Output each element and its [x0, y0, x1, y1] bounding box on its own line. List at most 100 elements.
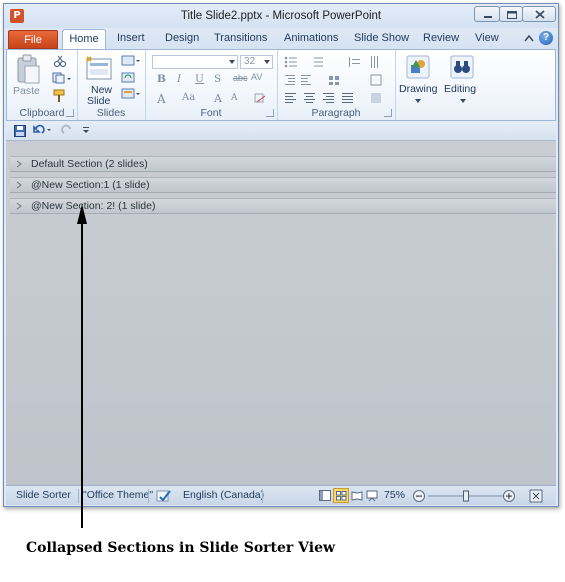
layout-icon[interactable]: [121, 55, 141, 67]
section-label: @New Section: 2! (1 slide): [31, 200, 156, 212]
maximize-button[interactable]: [499, 6, 523, 22]
customize-toolbar-icon[interactable]: [82, 126, 90, 134]
clipboard-dialog-launcher[interactable]: [66, 109, 74, 117]
section-header[interactable]: @New Section: 2! (1 slide): [10, 198, 556, 214]
chevron-down-icon: [415, 99, 421, 103]
status-divider: [148, 489, 149, 503]
quick-access-toolbar: [6, 121, 556, 141]
font-size-combo[interactable]: 32: [240, 55, 273, 69]
paste-icon[interactable]: [15, 54, 41, 86]
copy-icon[interactable]: [52, 72, 72, 84]
status-divider: [78, 489, 79, 503]
language-indicator[interactable]: English (Canada): [183, 489, 264, 501]
drawing-group[interactable]: Drawing: [395, 50, 441, 120]
reset-icon[interactable]: [121, 72, 137, 84]
paragraph-dialog-launcher[interactable]: [384, 109, 392, 117]
slides-group: New Slide Slides: [77, 50, 146, 120]
new-slide-label-2: Slide: [87, 95, 111, 107]
editing-group[interactable]: Editing: [441, 50, 485, 120]
tab-slide-show[interactable]: Slide Show: [354, 32, 409, 44]
font-size-value: 32: [244, 56, 256, 67]
cut-icon[interactable]: [53, 55, 67, 67]
zoom-level[interactable]: 75%: [384, 489, 405, 501]
minimize-icon: [484, 16, 492, 18]
close-button[interactable]: [522, 6, 556, 22]
maximize-icon: [507, 11, 517, 19]
redo-icon[interactable]: [60, 124, 74, 136]
paste-label: Paste: [13, 85, 40, 97]
tab-review[interactable]: Review: [423, 32, 459, 44]
view-indicator[interactable]: Slide Sorter: [16, 489, 71, 501]
tab-transitions[interactable]: Transitions: [214, 32, 267, 44]
clipboard-group: Paste Clipboard: [7, 50, 78, 120]
zoom-slider-thumb[interactable]: [463, 490, 469, 502]
change-case-icon[interactable]: Aa: [182, 92, 195, 103]
chevron-down-icon: [460, 99, 466, 103]
slide-sorter-pane: Default Section (2 slides) @New Section:…: [6, 141, 556, 485]
tab-view[interactable]: View: [475, 32, 499, 44]
font-dialog-launcher[interactable]: [266, 109, 274, 117]
proofing-icon[interactable]: [156, 489, 172, 503]
strikethrough-icon[interactable]: abc: [233, 73, 248, 83]
slide-sorter-view-button[interactable]: [333, 488, 349, 503]
tab-home[interactable]: Home: [62, 29, 106, 50]
fit-to-window-icon[interactable]: [529, 489, 543, 503]
figure-caption: Collapsed Sections in Slide Sorter View: [26, 540, 336, 556]
font-name-combo[interactable]: [152, 55, 238, 69]
minimize-button[interactable]: [474, 6, 500, 22]
normal-view-icon[interactable]: [319, 490, 331, 501]
slide-show-view-icon[interactable]: [366, 490, 378, 502]
italic-icon[interactable]: I: [177, 73, 181, 85]
undo-icon[interactable]: [33, 124, 53, 136]
list-icons[interactable]: [283, 55, 389, 69]
expand-arrow-icon[interactable]: [16, 160, 22, 168]
section-label: Default Section (2 slides): [31, 158, 148, 170]
zoom-slider[interactable]: [412, 489, 516, 503]
indent-icons[interactable]: [283, 74, 389, 86]
expand-arrow-icon[interactable]: [16, 181, 22, 189]
slide-sorter-icon: [336, 491, 347, 501]
powerpoint-window: P Title Slide2.pptx - Microsoft PowerPoi…: [3, 3, 559, 507]
font-group-label: Font: [200, 107, 222, 119]
drawing-label: Drawing: [399, 83, 438, 95]
paragraph-group: Paragraph: [277, 50, 396, 120]
character-spacing-icon[interactable]: AV: [251, 72, 262, 82]
chevron-down-icon: [264, 60, 270, 64]
section-label: @New Section:1 (1 slide): [31, 179, 150, 191]
expand-arrow-icon[interactable]: [16, 202, 22, 210]
reading-view-icon[interactable]: [351, 490, 363, 501]
status-divider: [262, 489, 263, 503]
tab-animations[interactable]: Animations: [284, 32, 338, 44]
chevron-down-icon: [229, 60, 235, 64]
slides-group-label: Slides: [96, 107, 126, 119]
status-bar: Slide Sorter "Office Theme" English (Can…: [6, 485, 556, 505]
grow-font-icon[interactable]: A: [214, 92, 222, 105]
title-bar: P Title Slide2.pptx - Microsoft PowerPoi…: [4, 4, 558, 28]
new-slide-icon[interactable]: [85, 55, 113, 83]
shadow-icon[interactable]: S: [214, 73, 221, 85]
clear-formatting-icon[interactable]: [253, 92, 267, 104]
format-painter-icon[interactable]: [53, 89, 67, 103]
ribbon: Paste Clipboard New Slide Slides 32 B I …: [6, 49, 556, 121]
save-icon[interactable]: [14, 125, 26, 137]
tab-file[interactable]: File: [8, 30, 58, 49]
section-icon[interactable]: [121, 88, 141, 100]
close-icon: [535, 10, 545, 19]
tab-insert[interactable]: Insert: [117, 32, 145, 44]
bold-icon[interactable]: B: [157, 73, 166, 85]
alignment-icons[interactable]: [283, 92, 389, 104]
section-header[interactable]: Default Section (2 slides): [10, 156, 556, 172]
paragraph-group-label: Paragraph: [311, 107, 361, 119]
shrink-font-icon[interactable]: A: [231, 93, 238, 103]
tab-design[interactable]: Design: [165, 32, 199, 44]
underline-icon[interactable]: U: [195, 73, 204, 85]
editing-label: Editing: [444, 83, 477, 95]
help-icon[interactable]: ?: [539, 31, 553, 45]
drawing-icon: [406, 55, 430, 79]
theme-indicator[interactable]: "Office Theme": [83, 489, 153, 501]
font-color-icon[interactable]: A: [157, 92, 166, 106]
binoculars-icon: [450, 55, 474, 79]
section-header[interactable]: @New Section:1 (1 slide): [10, 177, 556, 193]
ribbon-tab-row: File Home Insert Design Transitions Anim…: [4, 28, 558, 50]
minimize-ribbon-icon[interactable]: [524, 34, 534, 42]
